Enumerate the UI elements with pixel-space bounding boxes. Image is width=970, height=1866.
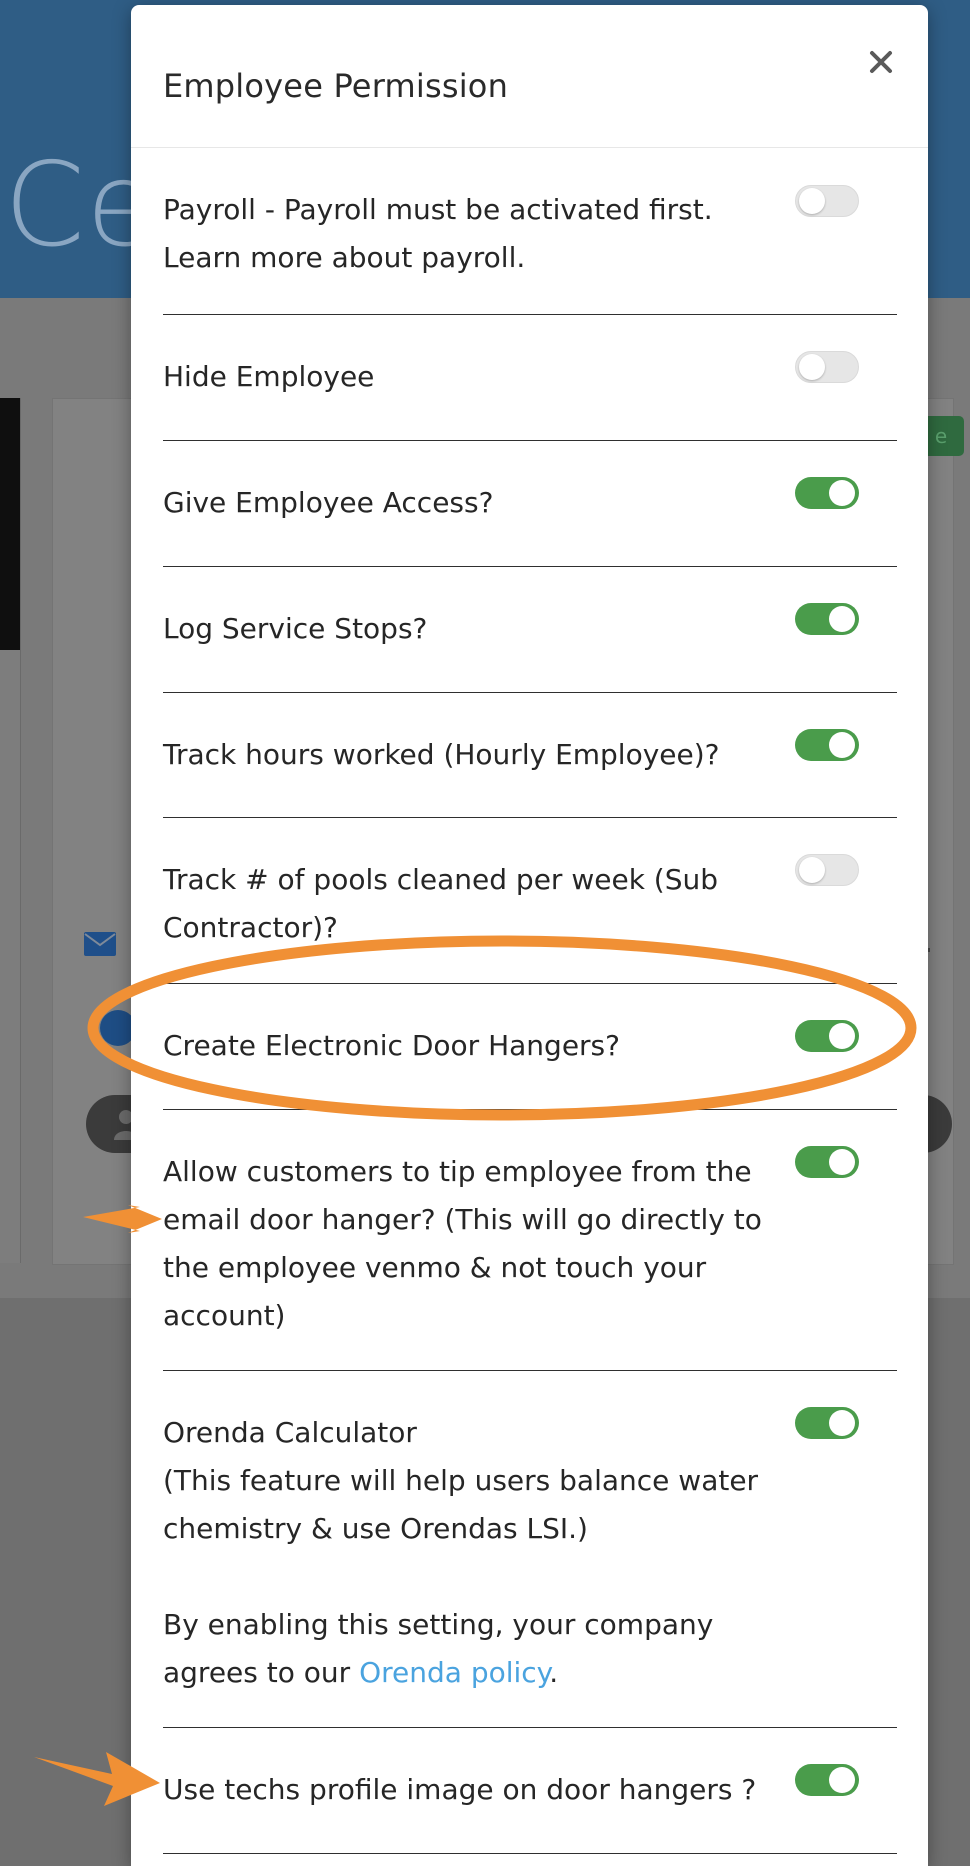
permission-row-log-service-stops: Log Service Stops? [163, 567, 897, 693]
toggle-track-hours[interactable] [795, 729, 859, 761]
permission-label-employee-access: Give Employee Access? [163, 486, 494, 519]
envelope-icon [84, 932, 116, 956]
permission-row-allow-tips: Allow customers to tip employee from the… [163, 1110, 897, 1371]
orenda-description: (This feature will help users balance wa… [163, 1464, 759, 1545]
toggle-payroll[interactable] [795, 185, 859, 217]
permission-label-track-pools: Track # of pools cleaned per week (Sub C… [163, 863, 719, 944]
permission-list: Payroll - Payroll must be activated firs… [163, 148, 897, 1854]
permission-label-door-hangers: Create Electronic Door Hangers? [163, 1029, 621, 1062]
toggle-track-pools[interactable] [795, 854, 859, 886]
employee-permission-modal: Employee Permission Payroll - Payroll mu… [131, 5, 928, 1866]
modal-header: Employee Permission [131, 5, 928, 148]
orenda-policy-text: By enabling this setting, your company a… [163, 1601, 773, 1697]
permission-row-profile-image: Use techs profile image on door hangers … [163, 1728, 897, 1854]
toggle-employee-access[interactable] [795, 477, 859, 509]
modal-title: Employee Permission [163, 67, 509, 105]
permission-row-track-hours: Track hours worked (Hourly Employee)? [163, 693, 897, 818]
permission-label-allow-tips: Allow customers to tip employee from the… [163, 1155, 762, 1332]
permission-row-door-hangers: Create Electronic Door Hangers? [163, 984, 897, 1110]
permission-label-orenda-calculator: Orenda Calculator [163, 1416, 417, 1449]
permission-row-orenda-calculator: Orenda Calculator (This feature will hel… [163, 1371, 897, 1728]
permission-row-payroll: Payroll - Payroll must be activated firs… [163, 148, 897, 315]
toggle-hide-employee[interactable] [795, 351, 859, 383]
permission-label-log-service-stops: Log Service Stops? [163, 612, 428, 645]
toggle-door-hangers[interactable] [795, 1020, 859, 1052]
toggle-orenda-calculator[interactable] [795, 1407, 859, 1439]
permission-row-employee-access: Give Employee Access? [163, 441, 897, 567]
permission-row-track-pools: Track # of pools cleaned per week (Sub C… [163, 818, 897, 984]
close-icon[interactable] [866, 47, 896, 77]
permission-label-profile-image: Use techs profile image on door hangers … [163, 1773, 757, 1806]
background-dark-panel [0, 398, 20, 650]
permission-label-payroll: Payroll - Payroll must be activated firs… [163, 193, 713, 274]
orenda-policy-suffix: . [549, 1656, 559, 1689]
toggle-log-service-stops[interactable] [795, 603, 859, 635]
toggle-profile-image[interactable] [795, 1764, 859, 1796]
permission-row-hide-employee: Hide Employee [163, 315, 897, 441]
permission-label-track-hours: Track hours worked (Hourly Employee)? [163, 738, 720, 771]
toggle-allow-tips[interactable] [795, 1146, 859, 1178]
orenda-policy-link[interactable]: Orenda policy [359, 1656, 549, 1689]
permission-label-hide-employee: Hide Employee [163, 360, 375, 393]
